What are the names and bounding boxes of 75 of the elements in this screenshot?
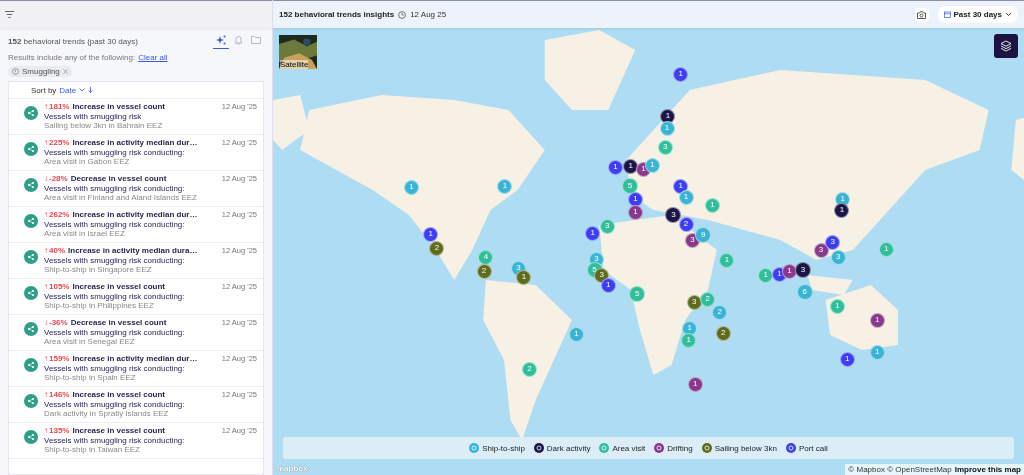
- trend-arrow: ↑: [44, 138, 48, 148]
- trend-title: Increase in vessel count: [72, 390, 166, 400]
- trend-subtitle: Vessels with smuggling risk conducting:: [44, 219, 186, 230]
- trend-detail: Ship-to-ship in Taiwan EEZ: [44, 445, 141, 455]
- trend-arrow: ↑: [44, 210, 48, 220]
- trend-subtitle: Vessels with smuggling risk conducting:: [44, 147, 186, 158]
- trend-title: Increase in activity median dur…: [72, 210, 199, 220]
- change-percent: 181%: [49, 102, 70, 112]
- share-icon: [24, 430, 38, 444]
- trend-detail: Dark activity in Spratly Islands EEZ: [44, 409, 170, 419]
- change-percent: -36%: [49, 318, 68, 328]
- sort-dropdown[interactable]: Date: [59, 85, 86, 95]
- chevron-down-icon: [79, 88, 86, 92]
- trend-detail: Ship-to-ship in Philippines EEZ: [44, 301, 155, 311]
- trend-arrow: ↑: [44, 246, 48, 256]
- trend-arrow: ↑: [44, 354, 48, 364]
- filter-icon[interactable]: [5, 11, 14, 18]
- bell-icon: [234, 35, 243, 45]
- trend-title: Decrease in vessel count: [70, 174, 168, 184]
- trend-arrow: ↑: [44, 390, 48, 400]
- trend-detail: Ship-to-ship in Singapore EEZ: [44, 265, 153, 275]
- trend-detail: Area visit in Finland and Aland Islands EEZ: [44, 193, 198, 203]
- trend-detail: Area visit in Senegal EEZ: [44, 337, 136, 347]
- sparkle-icon: [216, 35, 226, 45]
- trend-title: Decrease in vessel count: [70, 318, 168, 328]
- share-icon: [24, 142, 38, 156]
- trend-detail: Area visit in Gabon EEZ: [44, 157, 131, 167]
- trend-detail: Area visit in Israel EEZ: [44, 229, 126, 239]
- trend-title: Increase in activity median dur…: [72, 138, 199, 148]
- folder-icon: [251, 35, 261, 44]
- change-percent: -28%: [49, 174, 68, 184]
- trend-arrow: ↑: [44, 102, 48, 112]
- share-icon: [24, 394, 38, 408]
- trend-title: Increase in activity median dur…: [72, 354, 199, 364]
- trend-detail: Sailing below 3kn in Bahrain EEZ: [44, 121, 164, 131]
- change-percent: 105%: [49, 282, 70, 292]
- trend-subtitle: Vessels with smuggling risk: [44, 111, 143, 122]
- alert-icon: [12, 68, 19, 75]
- chip-label: Smuggling: [22, 67, 60, 76]
- trend-subtitle: Vessels with smuggling risk conducting:: [44, 255, 186, 266]
- change-percent: 159%: [49, 354, 70, 364]
- share-icon: [24, 286, 38, 300]
- trend-subtitle: Vessels with smuggling risk conducting:: [44, 327, 186, 338]
- trend-subtitle: Vessels with smuggling risk conducting:: [44, 435, 186, 446]
- sort-label: Sort by: [31, 85, 57, 95]
- change-percent: 262%: [49, 210, 70, 220]
- trend-title: Increase in vessel count: [72, 426, 166, 436]
- trend-title: Increase in activity median dura…: [68, 246, 199, 256]
- share-icon: [24, 358, 38, 372]
- trend-title: Increase in vessel count: [72, 102, 166, 112]
- change-percent: 146%: [49, 390, 70, 400]
- share-icon: [24, 106, 38, 120]
- filter-chip[interactable]: Smuggling: [8, 66, 72, 77]
- trend-detail: Ship-to-ship in Spain EEZ: [44, 373, 137, 383]
- share-icon: [24, 250, 38, 264]
- filter-caption: Results include any of the following:: [8, 53, 136, 62]
- trend-subtitle: Vessels with smuggling risk conducting:: [44, 183, 186, 194]
- trend-arrow: ↓: [44, 318, 48, 328]
- change-percent: 40%: [49, 246, 65, 256]
- share-icon: [24, 214, 38, 228]
- trend-subtitle: Vessels with smuggling risk conducting:: [44, 363, 186, 374]
- trend-title: Increase in vessel count: [72, 282, 166, 292]
- trend-subtitle: Vessels with smuggling risk conducting:: [44, 291, 186, 302]
- change-percent: 135%: [49, 426, 70, 436]
- insights-tab[interactable]: [213, 33, 229, 49]
- share-icon: [24, 178, 38, 192]
- share-icon: [24, 322, 38, 336]
- trend-subtitle: Vessels with smuggling risk conducting:: [44, 399, 186, 410]
- sort-direction-icon[interactable]: [88, 87, 94, 93]
- change-percent: 225%: [49, 138, 70, 148]
- trend-summary: 152 behavioral trends (past 30 days): [8, 36, 139, 46]
- trend-arrow: ↑: [44, 426, 48, 436]
- clear-all-link[interactable]: Clear all: [138, 53, 168, 62]
- trend-arrow: ↓: [44, 174, 48, 184]
- trend-arrow: ↑: [44, 282, 48, 292]
